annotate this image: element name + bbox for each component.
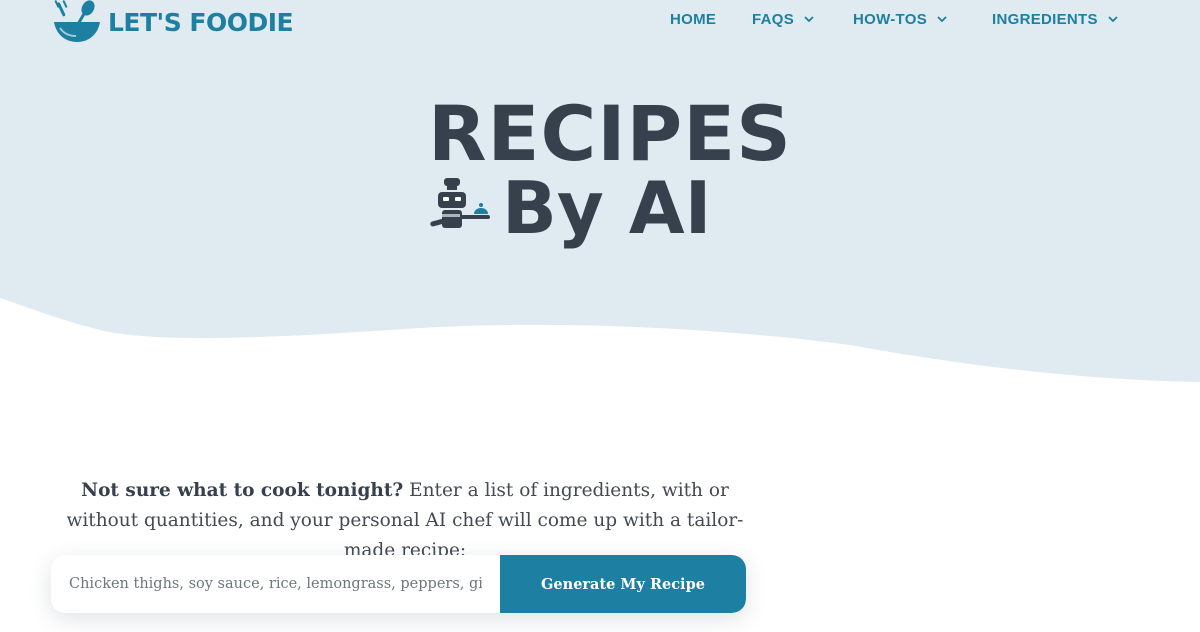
robot-chef-icon bbox=[430, 178, 490, 228]
recipe-form: Generate My Recipe bbox=[51, 555, 746, 613]
ingredients-input[interactable] bbox=[51, 555, 500, 613]
intro-lead: Not sure what to cook tonight? bbox=[81, 479, 404, 501]
hero-title-line1: RECIPES bbox=[428, 89, 792, 178]
hero-title: RECIPES By AI bbox=[0, 0, 1200, 300]
intro-text: Not sure what to cook tonight? Enter a l… bbox=[60, 476, 750, 566]
hero-title-line2: By AI bbox=[502, 166, 712, 250]
generate-recipe-button[interactable]: Generate My Recipe bbox=[500, 555, 746, 613]
